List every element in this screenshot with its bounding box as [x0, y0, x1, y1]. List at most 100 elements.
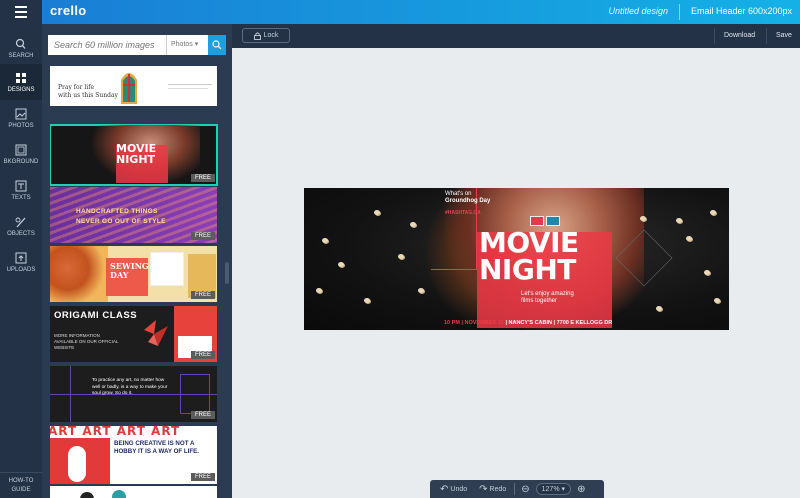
template-practice-art[interactable]: To practice any art, no matter how well …	[50, 366, 217, 422]
popcorn-image	[676, 218, 682, 223]
divider	[514, 483, 516, 495]
app-logo: crello	[50, 3, 87, 18]
undo-icon: ↶	[440, 483, 449, 495]
popcorn-image	[656, 306, 662, 311]
template-text: DAY	[110, 270, 129, 280]
sidebar-item-texts[interactable]: TEXTS	[0, 172, 42, 208]
undo-label: Undo	[450, 485, 468, 493]
popcorn-image	[374, 210, 380, 215]
lock-button[interactable]: Lock	[242, 28, 290, 43]
panel-resize-handle[interactable]	[225, 262, 229, 284]
template-text: To practice any art, no matter how well …	[92, 378, 168, 396]
template-partial[interactable]	[50, 486, 217, 498]
sidebar-item-designs[interactable]: DESIGNS	[0, 64, 42, 100]
sidebar-item-label: PHOTOS	[8, 122, 34, 129]
design-size: Email Header 600x200px	[690, 6, 792, 16]
redo-label: Redo	[489, 485, 507, 493]
sidebar-item-photos[interactable]: PHOTOS	[0, 100, 42, 136]
sidebar-item-background[interactable]: BKGROUND	[0, 136, 42, 172]
template-text: with us this Sunday	[58, 92, 118, 99]
template-text: ART ART ART ART	[50, 426, 181, 438]
undo-button[interactable]: ↶ Undo	[440, 484, 467, 495]
lock-icon	[253, 32, 261, 40]
template-handcrafted-things[interactable]: HANDCRAFTED THINGS NEVER GO OUT OF STYLE…	[50, 187, 217, 243]
divider	[766, 28, 767, 44]
zoom-in-button[interactable]: ⊕	[577, 484, 585, 495]
popcorn-image	[410, 222, 416, 227]
free-badge: FREE	[190, 411, 215, 419]
search-filter-select[interactable]: Photos ▾	[166, 35, 208, 55]
tagline-line2: films together	[521, 298, 558, 304]
template-text: HANDCRAFTED THINGS	[76, 208, 158, 215]
popcorn-image	[338, 262, 344, 267]
sidebar: SEARCH DESIGNS PHOTOS BKGROUND TEXTS OBJ…	[0, 24, 42, 498]
popcorn-image	[398, 254, 404, 259]
sidebar-item-objects[interactable]: OBJECTS	[0, 208, 42, 244]
template-text: ORIGAMI CLASS	[54, 310, 138, 321]
template-creative-art[interactable]: ART ART ART ART BEING CREATIVE IS NOT A …	[50, 426, 217, 484]
sidebar-item-label: TEXTS	[11, 194, 31, 201]
popcorn-image	[714, 298, 720, 303]
menu-icon[interactable]	[0, 0, 42, 24]
background-icon	[14, 144, 28, 156]
template-text: NIGHT	[116, 153, 156, 166]
glasses-left	[530, 216, 544, 226]
template-text: BEING CREATIVE IS NOT A HOBBY IT IS A WA…	[114, 440, 200, 455]
sidebar-item-label: BKGROUND	[3, 158, 39, 165]
free-badge: FREE	[190, 174, 215, 182]
template-movie-night[interactable]: MOVIE NIGHT FREE	[50, 124, 218, 186]
uploads-icon	[14, 252, 28, 264]
free-badge: FREE	[190, 473, 215, 481]
sidebar-item-label: SEARCH	[8, 52, 34, 59]
footer-text: 10 PM | NOVEMBER 31 | NANCY'S CABIN | 77…	[444, 320, 612, 326]
chevron-down-icon: ▾	[561, 486, 566, 493]
popcorn-image	[418, 288, 424, 293]
whats-on-text: What's on Groundhog Day	[445, 191, 490, 205]
template-origami-class[interactable]: ORIGAMI CLASS MORE INFORMATION AVAILABLE…	[50, 306, 217, 362]
hashtag-text: #HASHTAG.CA	[445, 210, 481, 216]
sidebar-item-label: OBJECTS	[7, 230, 35, 237]
design-canvas[interactable]: What's on Groundhog Day #HASHTAG.CA MOVI…	[304, 188, 729, 330]
zoom-out-button[interactable]: ⊖	[521, 484, 529, 495]
sidebar-item-search[interactable]: SEARCH	[0, 30, 42, 66]
popcorn-image	[686, 236, 692, 241]
footer-date: 10 PM | NOVEMBER 31	[444, 320, 504, 326]
sidebar-item-uploads[interactable]: UPLOADS	[0, 244, 42, 280]
template-pray-for-life[interactable]: Pray for life with us this Sunday	[50, 66, 217, 106]
title-line1: MOVIE	[479, 226, 579, 259]
glasses-right	[546, 216, 560, 226]
photos-icon	[14, 108, 28, 120]
popcorn-image	[640, 216, 646, 221]
redo-icon: ↷	[479, 483, 488, 495]
sidebar-item-label: UPLOADS	[6, 266, 36, 273]
templates-panel: Photos ▾ Pray for life with us this Sund…	[42, 24, 232, 498]
search-button[interactable]	[208, 35, 226, 55]
designs-icon	[14, 72, 28, 84]
zoom-select[interactable]: 127% ▾	[535, 483, 572, 495]
free-badge: FREE	[190, 351, 215, 359]
groundhog-label: Groundhog Day	[445, 198, 491, 204]
save-button[interactable]: Save	[776, 32, 792, 39]
title-line2: NIGHT	[479, 253, 576, 286]
free-badge: FREE	[190, 232, 215, 240]
download-button[interactable]: Download	[724, 32, 755, 39]
howto-line1: HOW-TO	[8, 478, 34, 484]
template-text: MORE INFORMATION AVAILABLE ON OUR OFFICI…	[54, 333, 119, 350]
template-text: NEVER GO OUT OF STYLE	[76, 218, 166, 225]
sidebar-item-label: DESIGNS	[7, 86, 35, 93]
howto-guide-link[interactable]: HOW-TO GUIDE	[0, 472, 42, 498]
popcorn-image	[710, 210, 716, 215]
stained-glass-image	[118, 68, 140, 104]
footer-place: | NANCY'S CABIN | 7700 E KELLOGG DR	[503, 320, 613, 326]
bottom-toolbar: ↶ Undo ↷ Redo ⊖ 127% ▾ ⊕	[430, 480, 604, 498]
design-name[interactable]: Untitled design	[608, 6, 668, 16]
divider	[679, 4, 680, 20]
lock-label: Lock	[263, 32, 279, 39]
redo-button[interactable]: ↷ Redo	[479, 484, 506, 495]
popcorn-image	[316, 288, 322, 293]
texts-icon	[14, 180, 28, 192]
template-sewing-day[interactable]: SEWING DAY FREE	[50, 246, 217, 302]
templates-list: Pray for life with us this Sunday MOVIE …	[50, 66, 218, 498]
tagline-text: Let's enjoy amazing films together	[521, 291, 574, 305]
diamond-outline	[615, 229, 673, 287]
